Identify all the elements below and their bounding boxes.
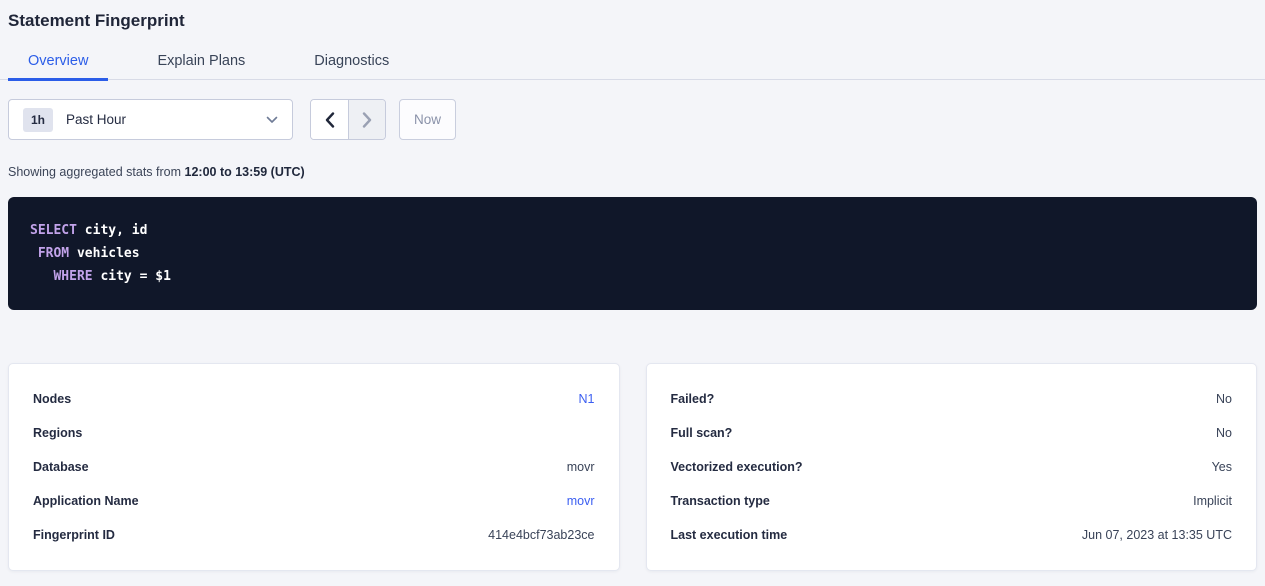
full-scan-value: No: [1216, 426, 1232, 440]
row-label: Vectorized execution?: [671, 460, 803, 474]
row-failed: Failed? No: [671, 382, 1233, 416]
statement-details-card: Nodes N1 Regions Database movr Applicati…: [8, 363, 620, 571]
row-database: Database movr: [33, 450, 595, 484]
transaction-type-value: Implicit: [1193, 494, 1232, 508]
sql-line: WHERE city = $1: [30, 265, 1235, 288]
row-label: Failed?: [671, 392, 715, 406]
sql-keyword: SELECT: [30, 223, 77, 238]
sql-statement-box: SELECT city, id FROM vehicles WHERE city…: [8, 197, 1257, 310]
fingerprint-id-value: 414e4bcf73ab23ce: [488, 528, 594, 542]
tab-explain-plans[interactable]: Explain Plans: [137, 46, 265, 81]
sql-keyword: FROM: [38, 246, 69, 261]
next-interval-button[interactable]: [348, 100, 385, 139]
row-nodes: Nodes N1: [33, 382, 595, 416]
sql-text: city = $1: [93, 269, 171, 284]
execution-attributes-card: Failed? No Full scan? No Vectorized exec…: [646, 363, 1258, 571]
row-label: Regions: [33, 426, 82, 440]
chevron-left-icon: [325, 112, 335, 128]
row-label: Transaction type: [671, 494, 770, 508]
summary-cards: Nodes N1 Regions Database movr Applicati…: [8, 363, 1257, 571]
aggregated-stats-caption: Showing aggregated stats from 12:00 to 1…: [8, 165, 1257, 179]
sql-keyword: WHERE: [53, 269, 92, 284]
nodes-link[interactable]: N1: [579, 392, 595, 406]
row-label: Fingerprint ID: [33, 528, 115, 542]
page-title: Statement Fingerprint: [8, 11, 1257, 31]
sql-text: city, id: [77, 223, 147, 238]
row-label: Full scan?: [671, 426, 733, 440]
sql-text: vehicles: [69, 246, 139, 261]
interval-badge: 1h: [23, 108, 53, 132]
time-nav-group: [310, 99, 386, 140]
row-fingerprint-id: Fingerprint ID 414e4bcf73ab23ce: [33, 518, 595, 552]
sql-line: SELECT city, id: [30, 219, 1235, 242]
row-label: Nodes: [33, 392, 71, 406]
time-range-select[interactable]: 1h Past Hour: [8, 99, 293, 140]
sql-line: FROM vehicles: [30, 242, 1235, 265]
time-picker-row: 1h Past Hour Now: [8, 99, 1257, 140]
row-full-scan: Full scan? No: [671, 416, 1233, 450]
tab-bar: Overview Explain Plans Diagnostics: [0, 46, 1265, 80]
caption-prefix: Showing aggregated stats from: [8, 165, 185, 179]
prev-interval-button[interactable]: [311, 100, 348, 139]
row-label: Application Name: [33, 494, 139, 508]
tab-diagnostics[interactable]: Diagnostics: [294, 46, 409, 81]
statement-fingerprint-page: Statement Fingerprint Overview Explain P…: [0, 11, 1265, 586]
row-last-execution-time: Last execution time Jun 07, 2023 at 13:3…: [671, 518, 1233, 552]
tab-overview[interactable]: Overview: [8, 46, 108, 81]
now-button[interactable]: Now: [399, 99, 456, 140]
chevron-down-icon: [266, 116, 278, 124]
row-regions: Regions: [33, 416, 595, 450]
failed-value: No: [1216, 392, 1232, 406]
database-value: movr: [567, 460, 595, 474]
row-transaction-type: Transaction type Implicit: [671, 484, 1233, 518]
time-range-label: Past Hour: [66, 112, 126, 127]
row-label: Database: [33, 460, 89, 474]
vectorized-value: Yes: [1212, 460, 1232, 474]
chevron-right-icon: [362, 112, 372, 128]
row-application-name: Application Name movr: [33, 484, 595, 518]
application-name-link[interactable]: movr: [567, 494, 595, 508]
last-execution-time-value: Jun 07, 2023 at 13:35 UTC: [1082, 528, 1232, 542]
caption-time-range: 12:00 to 13:59 (UTC): [185, 165, 305, 179]
row-vectorized: Vectorized execution? Yes: [671, 450, 1233, 484]
row-label: Last execution time: [671, 528, 788, 542]
